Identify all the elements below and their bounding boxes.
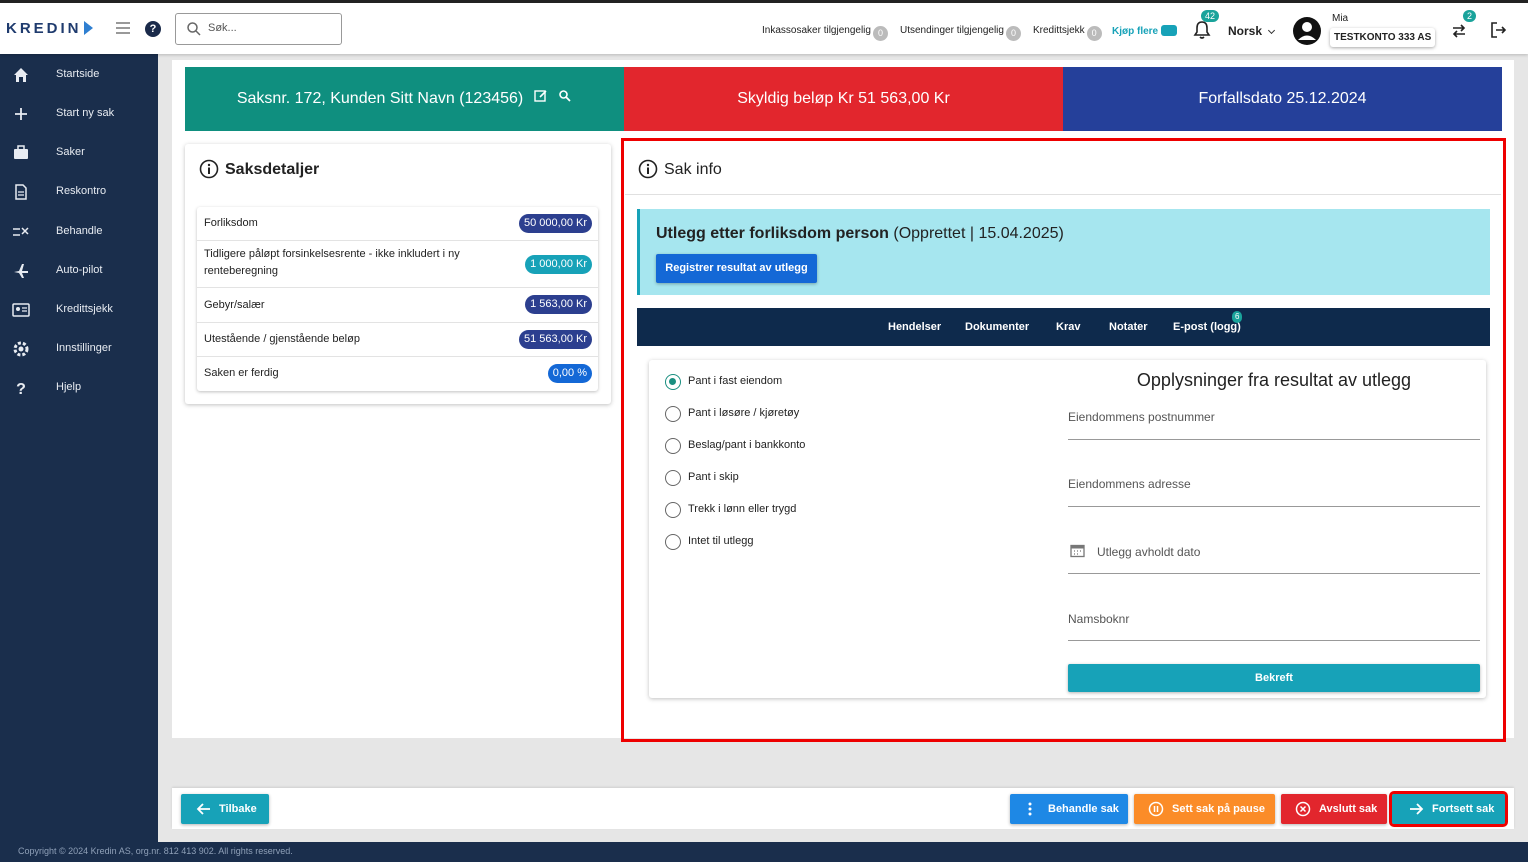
list-item: Utestående / gjenstående beløp 51 563,00…	[197, 323, 598, 357]
sidebar: Startside Start ny sak Saker Reskontro B…	[0, 54, 158, 862]
details-list: Forliksdom 50 000,00 Kr Tidligere påløpt…	[197, 207, 598, 391]
owed-amount-header: Skyldig beløp Kr 51 563,00 Kr	[624, 67, 1063, 131]
details-title: Saksdetaljer	[225, 161, 320, 178]
search-icon[interactable]	[558, 89, 572, 103]
back-button[interactable]: Tilbake	[181, 794, 269, 824]
more-vertical-icon	[1028, 802, 1032, 816]
search-icon	[187, 22, 201, 36]
help-icon[interactable]: ?	[145, 21, 161, 37]
list-item: Gebyr/salær 1 563,00 Kr	[197, 288, 598, 323]
stat-kredittsjekk: Kredittsjekk 0	[1033, 25, 1102, 41]
highlight-frame	[621, 138, 1506, 742]
amount-badge: 51 563,00 Kr	[519, 330, 592, 349]
progress-badge: 0,00 %	[547, 364, 592, 383]
sidebar-item-auto-pilot[interactable]: Auto-pilot	[0, 252, 158, 288]
search-input[interactable]: Søk...	[175, 13, 342, 45]
sidebar-item-innstillinger[interactable]: Innstillinger	[0, 330, 158, 366]
plus-icon	[15, 108, 27, 120]
edit-icon[interactable]	[534, 89, 548, 103]
pause-case-button[interactable]: Sett sak på pause	[1134, 794, 1275, 824]
arrow-left-icon	[196, 803, 210, 815]
switch-badge: 2	[1463, 10, 1477, 22]
buy-more-link[interactable]: Kjøp flere	[1112, 25, 1178, 37]
user-name: Mia	[1332, 13, 1349, 24]
swap-icon[interactable]	[1450, 22, 1468, 40]
card-icon	[1161, 25, 1178, 36]
pause-icon	[1148, 801, 1164, 817]
sidebar-item-reskontro[interactable]: Reskontro	[0, 173, 158, 209]
svg-text:?: ?	[16, 381, 26, 397]
list-item: Tidligere påløpt forsinkelsesrente - ikk…	[197, 241, 598, 288]
close-circle-icon	[1295, 801, 1311, 817]
question-icon: ?	[16, 381, 26, 397]
list-item: Forliksdom 50 000,00 Kr	[197, 207, 598, 241]
footer: Copyright © 2024 Kredin AS, org.nr. 812 …	[0, 842, 1528, 862]
stat-inkassosaker: Inkassosaker tilgjengelig 0	[762, 25, 888, 41]
document-icon	[15, 184, 27, 200]
sidebar-item-saker[interactable]: Saker	[0, 134, 158, 170]
copyright-text: Copyright © 2024 Kredin AS, org.nr. 812 …	[18, 846, 293, 856]
bell-icon[interactable]	[1192, 20, 1212, 40]
id-card-icon	[12, 303, 30, 317]
menu-icon[interactable]	[116, 22, 130, 37]
continue-case-button[interactable]: Fortsett sak	[1389, 791, 1508, 827]
kredin-logo[interactable]: KREDIN	[6, 20, 93, 37]
airplane-icon	[14, 264, 28, 278]
info-icon	[199, 159, 219, 179]
sidebar-item-behandle[interactable]: Behandle	[0, 213, 158, 249]
stat-utsendinger: Utsendinger tilgjengelig 0	[900, 25, 1021, 41]
chevron-down-icon	[1267, 26, 1276, 35]
case-title: Saksnr. 172, Kunden Sitt Navn (123456)	[236, 90, 524, 108]
home-icon	[14, 68, 28, 82]
briefcase-icon	[14, 145, 28, 159]
top-bar: KREDIN ? Søk... Inkassosaker tilgjengeli…	[0, 0, 1528, 54]
avatar-icon[interactable]	[1292, 16, 1322, 46]
notifications-badge: 42	[1201, 10, 1220, 22]
account-selector[interactable]: TESTKONTO 333 AS	[1330, 28, 1436, 47]
logo-text: KREDIN	[6, 20, 82, 37]
handle-case-button[interactable]: Behandle sak	[1010, 794, 1128, 824]
checklist-icon	[13, 227, 29, 236]
due-date-header: Forfallsdato 25.12.2024	[1063, 67, 1502, 131]
case-header: Saksnr. 172, Kunden Sitt Navn (123456)	[185, 67, 624, 131]
close-case-button[interactable]: Avslutt sak	[1281, 794, 1387, 824]
logo-arrow-icon	[83, 21, 93, 35]
amount-badge: 1 000,00 Kr	[525, 255, 592, 274]
search-placeholder: Søk...	[208, 22, 237, 34]
language-select[interactable]: Norsk	[1228, 24, 1276, 38]
list-item: Saken er ferdig 0,00 %	[197, 357, 598, 391]
arrow-right-icon	[1410, 803, 1424, 815]
sidebar-item-start-ny-sak[interactable]: Start ny sak	[0, 95, 158, 131]
gear-icon	[13, 341, 29, 357]
amount-badge: 50 000,00 Kr	[519, 214, 592, 233]
sidebar-item-hjelp[interactable]: ? Hjelp	[0, 369, 158, 405]
logout-icon[interactable]	[1489, 21, 1507, 39]
sidebar-item-startside[interactable]: Startside	[0, 56, 158, 92]
amount-badge: 1 563,00 Kr	[525, 295, 592, 314]
sidebar-item-kredittsjekk[interactable]: Kredittsjekk	[0, 291, 158, 327]
